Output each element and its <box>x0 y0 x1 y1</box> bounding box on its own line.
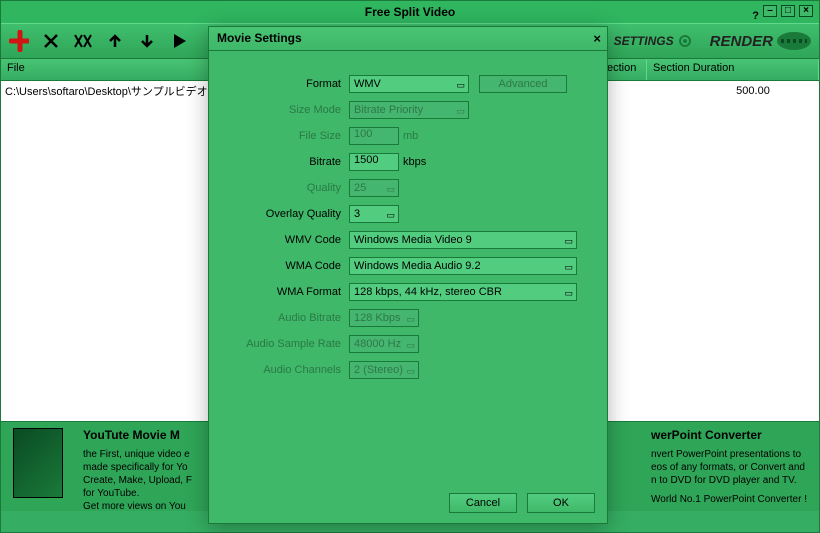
format-dropdown[interactable]: WMV▭ <box>349 75 469 93</box>
label-audio-sample-rate: Audio Sample Rate <box>219 338 349 350</box>
settings-label: SETTINGS <box>614 34 674 48</box>
render-icon <box>777 32 811 50</box>
remove-all-icon[interactable] <box>73 31 93 51</box>
titlebar: Free Split Video ? – □ × <box>1 1 819 23</box>
minimize-button[interactable]: – <box>763 5 777 17</box>
add-icon[interactable] <box>9 31 29 51</box>
label-wma-code: WMA Code <box>219 260 349 272</box>
col-section-duration[interactable]: Section Duration <box>647 59 819 80</box>
audio-sample-rate-dropdown: 48000 Hz▭ <box>349 335 419 353</box>
close-button[interactable]: × <box>799 5 813 17</box>
wma-format-dropdown[interactable]: 128 kbps, 44 kHz, stereo CBR▭ <box>349 283 577 301</box>
promo-left-title[interactable]: YouTute Movie M <box>83 428 192 444</box>
gear-icon <box>678 34 692 48</box>
label-format: Format <box>219 78 349 90</box>
size-mode-dropdown: Bitrate Priority▭ <box>349 101 469 119</box>
window-controls: ? – □ × <box>752 5 813 27</box>
move-down-icon[interactable] <box>137 31 157 51</box>
move-up-icon[interactable] <box>105 31 125 51</box>
remove-icon[interactable] <box>41 31 61 51</box>
maximize-button[interactable]: □ <box>781 5 795 17</box>
cell-duration: 500.00 <box>647 85 819 97</box>
dialog-buttons: Cancel OK <box>449 493 595 513</box>
promo-left: YouTute Movie M the First, unique video … <box>83 428 192 505</box>
label-quality: Quality <box>219 182 349 194</box>
label-size-mode: Size Mode <box>219 104 349 116</box>
render-label: RENDER <box>710 33 773 50</box>
quality-dropdown: 25▭ <box>349 179 399 197</box>
help-icon[interactable]: ? <box>752 5 759 27</box>
movie-settings-dialog: Movie Settings × Format WMV▭ Advanced Si… <box>208 26 608 524</box>
dialog-titlebar: Movie Settings × <box>209 27 607 51</box>
label-overlay-quality: Overlay Quality <box>219 208 349 220</box>
file-size-input: 100 <box>349 127 399 145</box>
promo-left-image <box>13 428 63 498</box>
render-button[interactable]: RENDER <box>710 32 811 50</box>
label-audio-bitrate: Audio Bitrate <box>219 312 349 324</box>
bitrate-input[interactable]: 1500 <box>349 153 399 171</box>
chevron-down-icon: ▭ <box>456 80 465 91</box>
audio-channels-dropdown: 2 (Stereo)▭ <box>349 361 419 379</box>
window-title: Free Split Video <box>365 5 455 19</box>
overlay-quality-dropdown[interactable]: 3▭ <box>349 205 399 223</box>
wma-code-dropdown[interactable]: Windows Media Audio 9.2▭ <box>349 257 577 275</box>
advanced-button: Advanced <box>479 75 567 93</box>
dialog-close-icon[interactable]: × <box>593 31 601 46</box>
label-wma-format: WMA Format <box>219 286 349 298</box>
main-window: Free Split Video ? – □ × SETTINGS RENDER <box>0 0 820 533</box>
promo-right-title[interactable]: werPoint Converter <box>651 428 807 444</box>
label-audio-channels: Audio Channels <box>219 364 349 376</box>
settings-button[interactable]: SETTINGS <box>614 34 692 48</box>
promo-right: werPoint Converter nvert PowerPoint pres… <box>651 428 807 505</box>
label-bitrate: Bitrate <box>219 156 349 168</box>
label-file-size: File Size <box>219 130 349 142</box>
ok-button[interactable]: OK <box>527 493 595 513</box>
audio-bitrate-dropdown: 128 Kbps▭ <box>349 309 419 327</box>
label-wmv-code: WMV Code <box>219 234 349 246</box>
dialog-title: Movie Settings <box>217 31 302 45</box>
cancel-button[interactable]: Cancel <box>449 493 517 513</box>
wmv-code-dropdown[interactable]: Windows Media Video 9▭ <box>349 231 577 249</box>
play-icon[interactable] <box>169 31 189 51</box>
